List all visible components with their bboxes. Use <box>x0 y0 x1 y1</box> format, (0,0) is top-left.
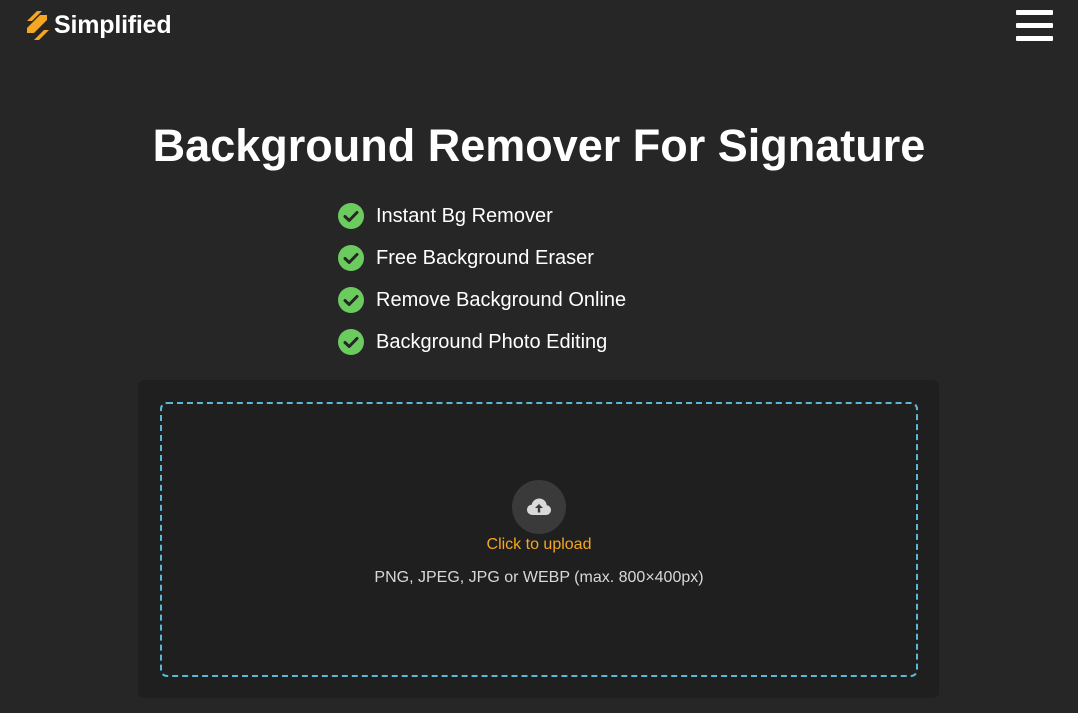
top-header: Simplified <box>0 0 1078 52</box>
feature-label: Background Photo Editing <box>376 330 608 353</box>
feature-list: Instant Bg Remover Free Background Erase… <box>338 195 626 363</box>
upload-panel: Click to upload PNG, JPEG, JPG or WEBP (… <box>138 380 939 698</box>
menu-bar <box>1016 36 1053 41</box>
feature-item: Remove Background Online <box>338 279 626 321</box>
upload-dropzone[interactable]: Click to upload PNG, JPEG, JPG or WEBP (… <box>160 402 918 677</box>
file-format-hint: PNG, JPEG, JPG or WEBP (max. 800×400px) <box>374 569 704 586</box>
feature-label: Remove Background Online <box>376 288 627 311</box>
upload-icon-button[interactable] <box>512 480 566 534</box>
menu-bar <box>1016 23 1053 28</box>
feature-item: Instant Bg Remover <box>338 195 626 237</box>
feature-label: Instant Bg Remover <box>376 204 553 227</box>
page-title: Background Remover For Signature <box>152 120 926 171</box>
hamburger-menu-icon[interactable] <box>1016 10 1053 42</box>
page: Simplified Background Remover For Signat… <box>0 0 1078 713</box>
check-circle-icon <box>338 287 364 313</box>
check-circle-icon <box>338 329 364 355</box>
click-to-upload-link[interactable]: Click to upload <box>162 536 916 554</box>
feature-item: Free Background Eraser <box>338 237 626 279</box>
feature-item: Background Photo Editing <box>338 321 626 363</box>
cloud-upload-icon <box>527 498 551 515</box>
check-circle-icon <box>338 245 364 271</box>
check-circle-icon <box>338 203 364 229</box>
menu-bar <box>1016 10 1053 15</box>
feature-label: Free Background Eraser <box>376 246 594 269</box>
brand-logo[interactable]: Simplified <box>25 9 172 42</box>
simplified-logo-icon <box>27 11 49 40</box>
brand-name: Simplified <box>54 11 172 39</box>
